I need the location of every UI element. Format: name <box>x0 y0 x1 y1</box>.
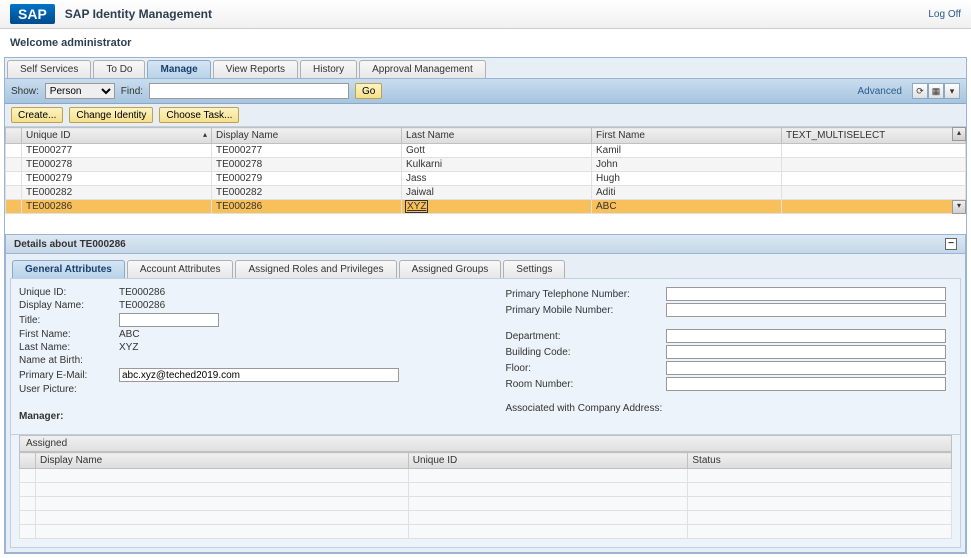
action-row: Create... Change Identity Choose Task... <box>5 104 966 127</box>
export-icon[interactable]: ▦ <box>928 83 944 99</box>
detail-content: Unique ID:TE000286 Display Name:TE000286… <box>10 278 961 435</box>
label-floor: Floor: <box>506 363 666 374</box>
nav-tabs: Self Services To Do Manage View Reports … <box>5 58 966 79</box>
col-text-multiselect[interactable]: TEXT_MULTISELECT <box>782 128 966 144</box>
details-body: General Attributes Account Attributes As… <box>5 254 966 553</box>
header-left: SAP SAP Identity Management <box>10 4 212 24</box>
value-display-name: TE000286 <box>119 300 466 311</box>
tab-manage[interactable]: Manage <box>147 60 210 78</box>
label-picture: User Picture: <box>19 384 119 395</box>
input-phone[interactable] <box>666 287 946 301</box>
input-floor[interactable] <box>666 361 946 375</box>
app-header: SAP SAP Identity Management Log Off <box>0 0 971 29</box>
manager-table: Display Name Unique ID Status <box>19 452 952 539</box>
col-selector[interactable] <box>6 128 22 144</box>
manager-section: Manager: <box>19 407 466 426</box>
search-toolbar: Show: Person Find: Go Advanced ⟳ ▦ ▾ <box>5 79 966 104</box>
manager-label: Manager: <box>19 407 466 426</box>
value-unique-id: TE000286 <box>119 287 466 298</box>
label-name-birth: Name at Birth: <box>19 355 119 366</box>
table-row[interactable] <box>20 469 952 483</box>
choose-task-button[interactable]: Choose Task... <box>159 107 239 123</box>
tab-approval[interactable]: Approval Management <box>359 60 486 78</box>
show-select[interactable]: Person <box>45 83 115 99</box>
tab-todo[interactable]: To Do <box>93 60 145 78</box>
col-display-name[interactable]: Display Name <box>212 128 402 144</box>
scroll-down-icon[interactable]: ▾ <box>952 200 966 214</box>
col-last-name[interactable]: Last Name <box>402 128 592 144</box>
input-mobile[interactable] <box>666 303 946 317</box>
table-row[interactable] <box>20 483 952 497</box>
mgr-col-unique-id[interactable]: Unique ID <box>408 453 688 469</box>
label-last-name: Last Name: <box>19 342 119 353</box>
label-room: Room Number: <box>506 379 666 390</box>
label-dept: Department: <box>506 331 666 342</box>
label-first-name: First Name: <box>19 329 119 340</box>
label-mobile: Primary Mobile Number: <box>506 305 666 316</box>
tab-history[interactable]: History <box>300 60 357 78</box>
refresh-icon[interactable]: ⟳ <box>912 83 928 99</box>
input-dept[interactable] <box>666 329 946 343</box>
form-left: Unique ID:TE000286 Display Name:TE000286… <box>19 287 466 426</box>
scroll-up-icon[interactable]: ▴ <box>952 127 966 141</box>
label-title: Title: <box>19 315 119 326</box>
col-first-name[interactable]: First Name <box>592 128 782 144</box>
collapse-icon[interactable]: − <box>945 238 957 250</box>
table-row[interactable] <box>20 497 952 511</box>
change-identity-button[interactable]: Change Identity <box>69 107 153 123</box>
settings-icon[interactable]: ▾ <box>944 83 960 99</box>
details-title: Details about TE000286 <box>14 239 126 250</box>
table-row[interactable] <box>20 525 952 539</box>
app-title: SAP Identity Management <box>65 7 212 21</box>
label-email: Primary E-Mail: <box>19 370 119 381</box>
table-row[interactable]: TE000278TE000278KulkarniJohn <box>6 158 966 172</box>
tab-self-services[interactable]: Self Services <box>7 60 91 78</box>
mgr-col-status[interactable]: Status <box>688 453 952 469</box>
identity-table: Unique ID▴ Display Name Last Name First … <box>5 127 966 214</box>
main-content: Self Services To Do Manage View Reports … <box>4 57 967 554</box>
label-phone: Primary Telephone Number: <box>506 289 666 300</box>
show-label: Show: <box>11 86 39 97</box>
table-row-selected[interactable]: TE000286TE000286XYZABC <box>6 200 966 214</box>
input-room[interactable] <box>666 377 946 391</box>
label-unique-id: Unique ID: <box>19 287 119 298</box>
detail-tabs: General Attributes Account Attributes As… <box>10 258 961 278</box>
col-unique-id[interactable]: Unique ID▴ <box>22 128 212 144</box>
tab-account-attributes[interactable]: Account Attributes <box>127 260 234 278</box>
value-last-name: XYZ <box>119 342 466 353</box>
label-display-name: Display Name: <box>19 300 119 311</box>
go-button[interactable]: Go <box>355 83 382 99</box>
toolbar-icons: ⟳ ▦ ▾ <box>912 83 960 99</box>
assigned-header: Assigned <box>19 435 952 452</box>
table-row[interactable]: TE000282TE000282JaiwalAditi <box>6 186 966 200</box>
value-first-name: ABC <box>119 329 466 340</box>
form-right: Primary Telephone Number: Primary Mobile… <box>506 287 953 426</box>
tab-general-attributes[interactable]: General Attributes <box>12 260 125 278</box>
tab-reports[interactable]: View Reports <box>213 60 298 78</box>
label-building: Building Code: <box>506 347 666 358</box>
tab-assigned-groups[interactable]: Assigned Groups <box>399 260 502 278</box>
tab-settings[interactable]: Settings <box>503 260 565 278</box>
find-label: Find: <box>121 86 143 97</box>
table-row[interactable] <box>20 511 952 525</box>
input-email[interactable] <box>119 368 399 382</box>
welcome-text: Welcome administrator <box>0 29 971 57</box>
mgr-col-sel[interactable] <box>20 453 36 469</box>
input-building[interactable] <box>666 345 946 359</box>
tab-assigned-roles[interactable]: Assigned Roles and Privileges <box>235 260 396 278</box>
table-row[interactable]: TE000277TE000277GottKamil <box>6 144 966 158</box>
advanced-link[interactable]: Advanced <box>858 86 902 97</box>
table-row[interactable]: TE000279TE000279JassHugh <box>6 172 966 186</box>
label-company-addr: Associated with Company Address: <box>506 403 706 414</box>
logoff-link[interactable]: Log Off <box>928 9 961 20</box>
sort-asc-icon: ▴ <box>203 130 207 139</box>
input-title[interactable] <box>119 313 219 327</box>
details-header: Details about TE000286 − <box>5 234 966 254</box>
create-button[interactable]: Create... <box>11 107 63 123</box>
find-input[interactable] <box>149 83 349 99</box>
mgr-col-display-name[interactable]: Display Name <box>36 453 409 469</box>
sap-logo: SAP <box>10 4 55 24</box>
